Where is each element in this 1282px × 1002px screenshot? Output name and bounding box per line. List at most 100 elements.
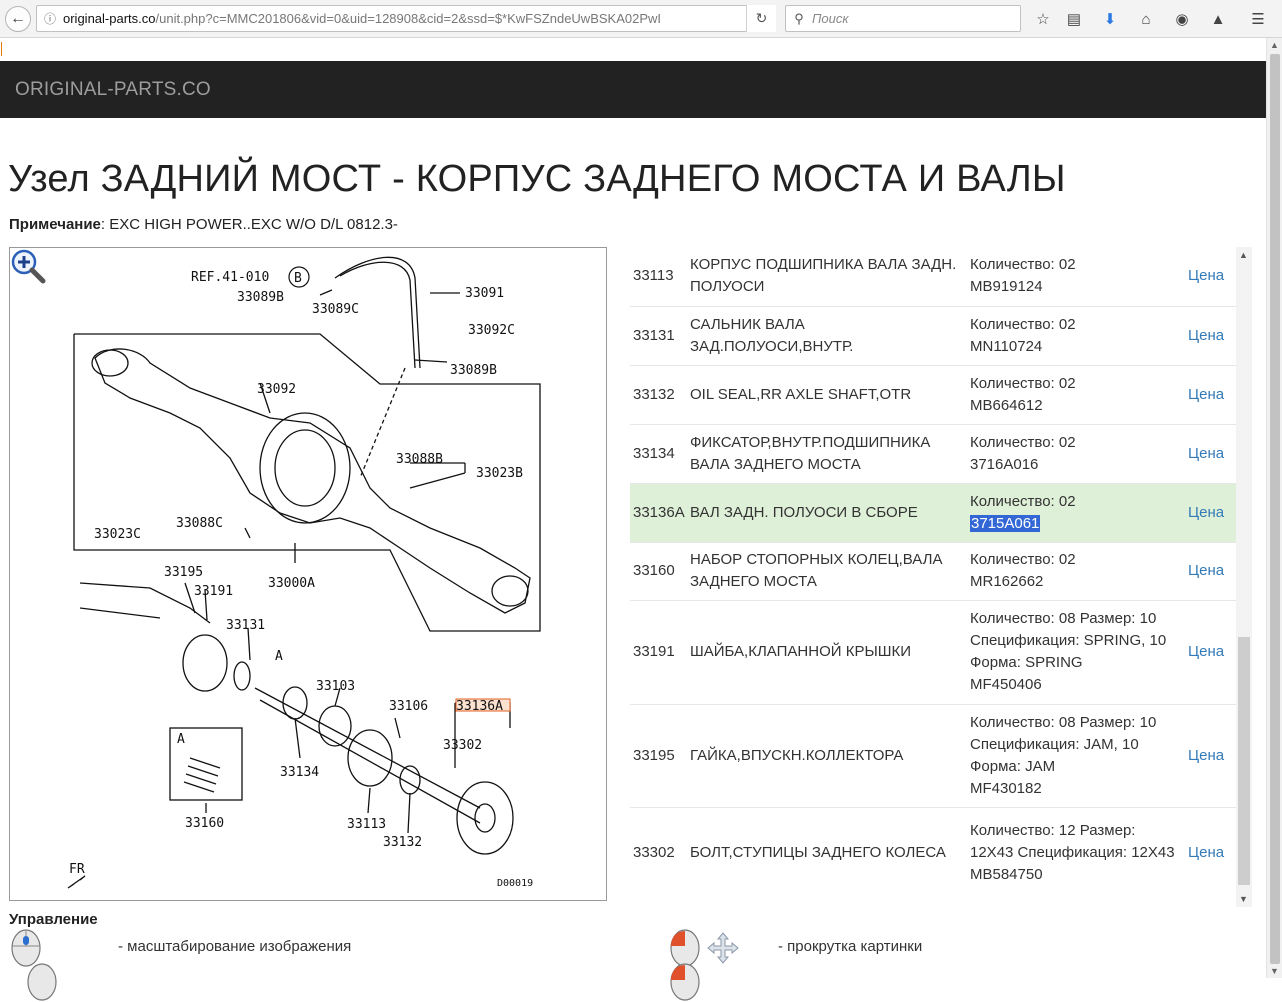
scroll-down-icon[interactable]: ▼ — [1270, 966, 1279, 976]
diagram-label[interactable]: 33195 — [164, 565, 203, 580]
page-scroll-thumb[interactable] — [1270, 54, 1280, 964]
diagram-label[interactable]: 33000A — [268, 576, 315, 591]
part-row[interactable]: 33136A ВАЛ ЗАДН. ПОЛУОСИ В СБОРЕ Количеств… — [630, 483, 1236, 542]
diagram-drawing: REF.41-010 B 33089B 33089C 33091 33092C … — [67, 256, 541, 889]
diagram-label[interactable]: 33089B — [237, 290, 284, 305]
search-input[interactable]: ⚲ Поиск — [785, 5, 1021, 32]
part-row[interactable]: 33160 НАБОР СТОПОРНЫХ КОЛЕЦ,ВАЛА ЗАДНЕГО … — [630, 542, 1236, 600]
price-cell: Цена — [1186, 807, 1236, 898]
diagram-label[interactable]: A — [177, 732, 185, 747]
url-domain: original-parts.co — [63, 11, 156, 26]
part-spec-line: Спецификация: SPRING, 10 — [970, 632, 1167, 649]
diagram-label[interactable]: 33103 — [316, 679, 355, 694]
part-name: КОРПУС ПОДШИПНИКА ВАЛА ЗАДН. ПОЛУОСИ — [690, 256, 957, 296]
diagram-label[interactable]: 33131 — [226, 618, 265, 633]
price-cell: Цена — [1186, 306, 1236, 365]
url-path: /unit.php?c=MMC201806&vid=0&uid=128908&c… — [155, 11, 662, 26]
price-link[interactable]: Цена — [1188, 267, 1224, 284]
part-row[interactable]: 33131 САЛЬНИК ВАЛА ЗАД.ПОЛУОСИ,ВНУТР. Коли… — [630, 306, 1236, 365]
price-link[interactable]: Цена — [1188, 643, 1224, 660]
price-link[interactable]: Цена — [1188, 844, 1224, 861]
price-link[interactable]: Цена — [1188, 327, 1224, 344]
price-link[interactable]: Цена — [1188, 386, 1224, 403]
search-placeholder: Поиск — [812, 11, 849, 26]
parts-list-scrollbar[interactable]: ▲ ▼ — [1236, 247, 1252, 907]
parts-diagram[interactable]: REF.41-010 B 33089B 33089C 33091 33092C … — [9, 247, 607, 901]
scroll-up-icon[interactable]: ▲ — [1270, 40, 1279, 50]
diagram-label[interactable]: 33023C — [94, 527, 141, 542]
diagram-label[interactable]: B — [294, 271, 302, 286]
page-note: Примечание: EXC HIGH POWER..EXC W/O D/L … — [9, 216, 398, 233]
selected-part-number[interactable]: 3715A061 — [970, 514, 1041, 532]
diagram-label[interactable]: REF.41-010 — [191, 270, 269, 285]
part-quantity-info: Количество: 02 3715A061 — [968, 483, 1186, 542]
part-row[interactable]: 33195 ГАЙКА,ВПУСКН.КОЛЛЕКТОРА Количество: … — [630, 704, 1236, 807]
diagram-label[interactable]: 33088B — [396, 452, 443, 467]
scroll-down-icon[interactable]: ▼ — [1239, 894, 1248, 904]
diagram-label[interactable]: 33302 — [443, 738, 482, 753]
part-name: ФИКСАТОР,ВНУТР.ПОДШИПНИКА ВАЛА ЗАДНЕГО М… — [690, 433, 931, 473]
diagram-label: FR — [69, 862, 85, 877]
part-spec-line: Количество: 02 — [970, 374, 1076, 392]
part-name: САЛЬНИК ВАЛА ЗАД.ПОЛУОСИ,ВНУТР. — [690, 315, 854, 355]
part-row[interactable]: 33113 КОРПУС ПОДШИПНИКА ВАЛА ЗАДН. ПОЛУОС… — [630, 247, 1236, 306]
diagram-label-highlighted[interactable]: 33136A — [456, 699, 503, 714]
diagram-label[interactable]: 33089C — [312, 302, 359, 317]
part-row[interactable]: 33132 OIL SEAL,RR AXLE SHAFT,OTR Количеств… — [630, 365, 1236, 424]
price-link[interactable]: Цена — [1188, 562, 1224, 579]
part-row[interactable]: 33134 ФИКСАТОР,ВНУТР.ПОДШИПНИКА ВАЛА ЗАДН… — [630, 424, 1236, 483]
zoom-in-icon[interactable] — [10, 248, 46, 284]
back-arrow-icon[interactable]: ← — [5, 6, 31, 32]
part-name: ШАЙБА,КЛАПАННОЙ КРЫШКИ — [690, 643, 911, 660]
home-icon[interactable]: ⌂ — [1135, 8, 1157, 30]
diagram-code: D00019 — [497, 878, 533, 889]
diagram-label[interactable]: 33023B — [476, 466, 523, 481]
download-icon[interactable]: ⬇ — [1099, 8, 1121, 30]
sync-icon[interactable]: ▲ — [1207, 8, 1229, 30]
reload-icon[interactable]: ↻ — [746, 5, 776, 32]
diagram-label[interactable]: 33088C — [176, 516, 223, 531]
part-code: 33134 — [633, 444, 675, 462]
diagram-label[interactable]: A — [275, 649, 283, 664]
part-number: MR162662 — [970, 573, 1044, 590]
price-cell: Цена — [1186, 600, 1236, 704]
part-row[interactable]: 33191 ШАЙБА,КЛАПАННОЙ КРЫШКИ Количество: 0… — [630, 600, 1236, 704]
controls-title: Управление — [9, 911, 98, 928]
url-bar[interactable]: ⓘ original-parts.co/unit.php?c=MMC201806… — [36, 5, 776, 32]
price-cell: Цена — [1186, 365, 1236, 424]
price-cell: Цена — [1186, 483, 1236, 542]
pocket-icon[interactable]: ◉ — [1171, 8, 1193, 30]
part-code: 33302 — [633, 843, 675, 861]
site-brand[interactable]: ORIGINAL-PARTS.CO — [15, 79, 211, 101]
diagram-label[interactable]: 33191 — [194, 584, 233, 599]
mouse-icon-partial — [27, 963, 57, 1001]
menu-icon[interactable]: ☰ — [1247, 8, 1269, 30]
part-quantity-info: Количество: 02 MB664612 — [968, 365, 1186, 424]
part-row[interactable]: 33302 БОЛТ,СТУПИЦЫ ЗАДНЕГО КОЛЕСА Количест… — [630, 807, 1236, 898]
info-icon[interactable]: ⓘ — [37, 10, 63, 27]
diagram-label[interactable]: 33160 — [185, 816, 224, 831]
parts-list[interactable]: 33113 КОРПУС ПОДШИПНИКА ВАЛА ЗАДН. ПОЛУОС… — [630, 247, 1252, 907]
diagram-label[interactable]: 33113 — [347, 817, 386, 832]
diagram-label[interactable]: 33132 — [383, 835, 422, 850]
parts-scroll-thumb[interactable] — [1238, 637, 1250, 885]
diagram-label[interactable]: 33092 — [257, 382, 296, 397]
page-scrollbar[interactable]: ▲ ▼ — [1266, 38, 1282, 978]
part-spec-line: Количество: 08 Размер: 10 — [970, 610, 1157, 627]
price-link[interactable]: Цена — [1188, 445, 1224, 462]
part-number: 3715A061 — [970, 513, 1184, 535]
reading-list-icon[interactable]: ▤ — [1063, 8, 1085, 30]
part-spec-line: Спецификация: JAM, 10 — [970, 735, 1139, 753]
diagram-label[interactable]: 33091 — [465, 286, 504, 301]
part-code: 33191 — [633, 643, 675, 660]
price-link[interactable]: Цена — [1188, 504, 1224, 521]
text-caret — [1, 42, 2, 56]
diagram-label[interactable]: 33106 — [389, 699, 428, 714]
diagram-label[interactable]: 33089B — [450, 363, 497, 378]
part-number: MB919124 — [970, 278, 1043, 296]
price-link[interactable]: Цена — [1188, 747, 1224, 764]
bookmark-star-icon[interactable]: ☆ — [1032, 8, 1054, 30]
diagram-label[interactable]: 33134 — [280, 765, 319, 780]
scroll-up-icon[interactable]: ▲ — [1239, 250, 1248, 260]
diagram-label[interactable]: 33092C — [468, 323, 515, 338]
